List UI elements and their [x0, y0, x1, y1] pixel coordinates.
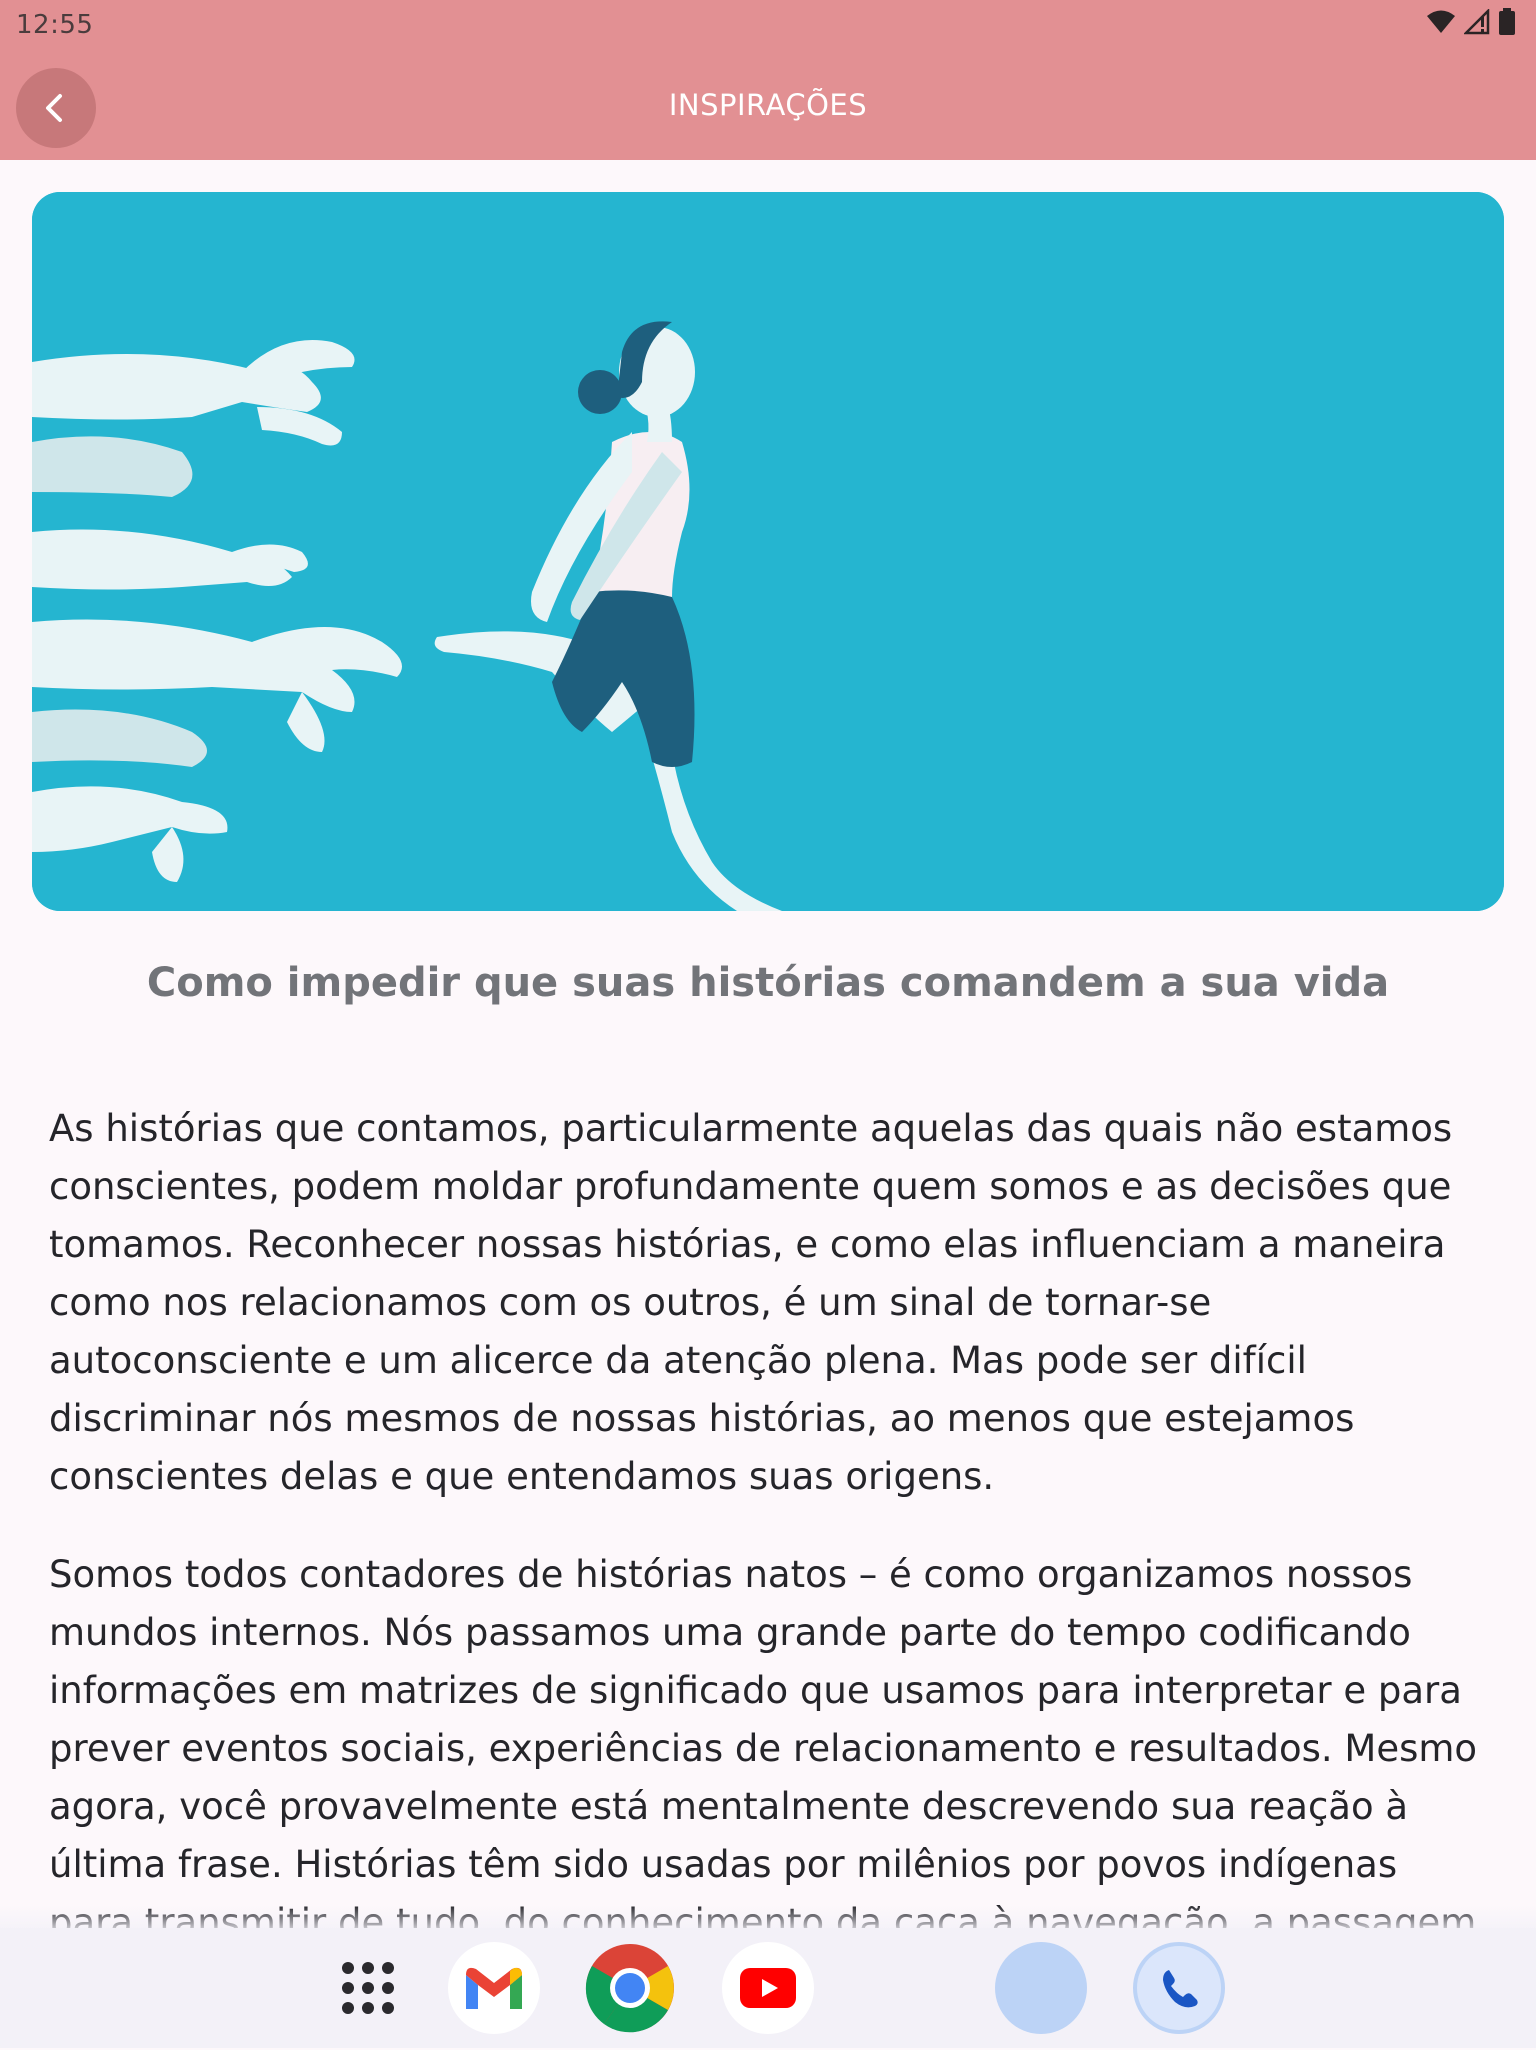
youtube-icon[interactable] [722, 1942, 814, 2034]
article-hero-image [32, 192, 1504, 911]
wifi-icon [1427, 10, 1455, 33]
article-paragraph: As histórias que contamos, particularmen… [49, 1107, 1453, 1498]
page-title: INSPIRAÇÕES [668, 88, 868, 122]
battery-icon [1499, 8, 1515, 35]
status-time: 12:55 [16, 10, 94, 40]
phone-icon[interactable] [1133, 1942, 1225, 2034]
status-icons [1426, 8, 1516, 36]
article-title: Como impedir que suas histórias comandem… [146, 960, 1390, 1006]
app-bar: INSPIRAÇÕES [0, 50, 1536, 160]
running-woman-illustration [32, 192, 1504, 911]
app-drawer-icon[interactable] [322, 1942, 414, 2034]
status-bar: 12:55 [0, 0, 1536, 50]
app-dock [0, 1928, 1536, 2048]
assistant-icon[interactable] [995, 1942, 1087, 2034]
signal-icon [1464, 9, 1490, 35]
gmail-icon[interactable] [448, 1942, 540, 2034]
chrome-icon[interactable] [584, 1942, 676, 2034]
